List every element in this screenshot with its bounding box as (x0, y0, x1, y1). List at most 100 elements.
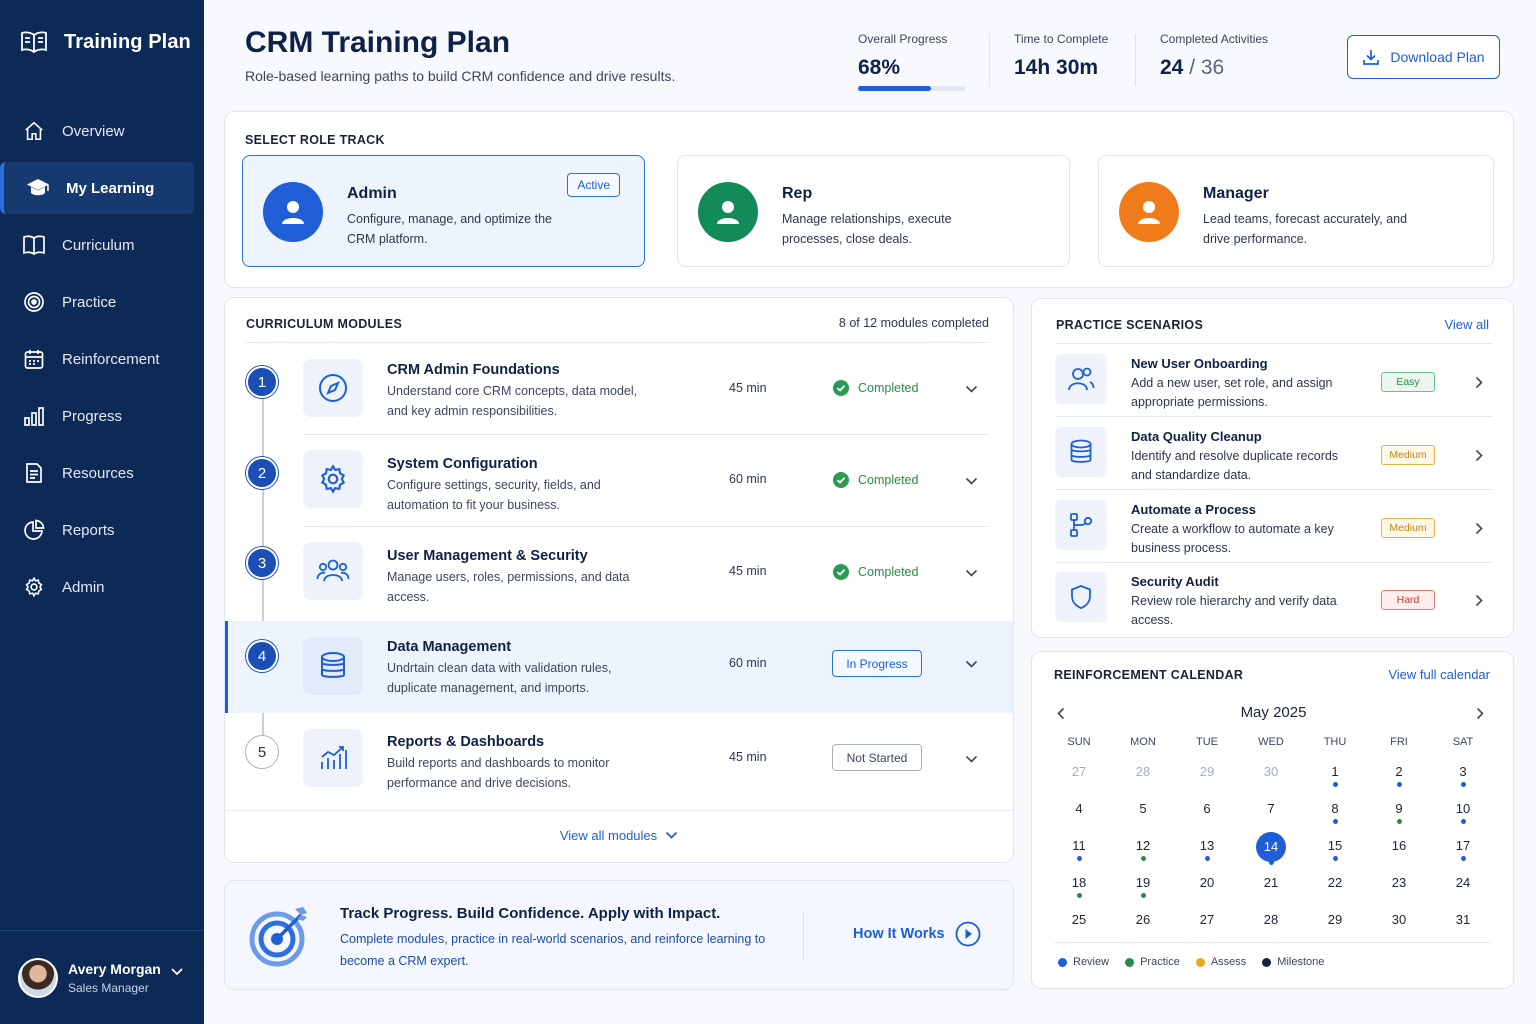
day-number: 2 (1395, 764, 1403, 779)
view-all-link[interactable]: View all (1444, 317, 1489, 332)
module-row[interactable]: 3 User Management & Security Manage user… (225, 527, 1013, 619)
graduation-cap-icon (26, 176, 50, 200)
module-row[interactable]: 5 Reports & Dashboards Build reports and… (225, 714, 1013, 806)
sidebar-item-progress[interactable]: Progress (4, 390, 194, 442)
view-full-calendar-link[interactable]: View full calendar (1388, 667, 1490, 682)
day-number: 1 (1331, 764, 1339, 779)
reinforcement-calendar-card: REINFORCEMENT CALENDAR View full calenda… (1031, 651, 1514, 989)
calendar-day[interactable]: 21 (1239, 871, 1303, 908)
calendar-day[interactable]: 7 (1239, 797, 1303, 834)
calendar-day[interactable]: 29 (1303, 908, 1367, 945)
sidebar-item-resources[interactable]: Resources (4, 447, 194, 499)
how-it-works-link[interactable]: How It Works (853, 921, 981, 947)
calendar-day[interactable]: 2 (1367, 760, 1431, 797)
calendar-week: 4 5 6 7 8 9 10 (1047, 797, 1495, 834)
calendar-day[interactable]: 30 (1239, 760, 1303, 797)
sidebar-item-admin[interactable]: Admin (4, 561, 194, 613)
chevron-right-icon[interactable] (1476, 707, 1484, 720)
module-row[interactable]: 1 CRM Admin Foundations Understand core … (225, 343, 1013, 435)
calendar-day[interactable]: 16 (1367, 834, 1431, 871)
scenario-desc: Review role hierarchy and verify data ac… (1131, 594, 1337, 627)
practice-scenarios-card: PRACTICE SCENARIOS View all New User Onb… (1031, 298, 1514, 638)
calendar-day[interactable]: 19 (1111, 871, 1175, 908)
brand[interactable]: Training Plan (20, 30, 191, 54)
module-time: 45 min (729, 750, 767, 764)
calendar-day-today[interactable]: 14 (1239, 832, 1303, 871)
calendar-day[interactable]: 24 (1431, 871, 1495, 908)
user-avatar-icon (698, 182, 758, 242)
calendar-day[interactable]: 8 (1303, 797, 1367, 834)
calendar-day[interactable]: 9 (1367, 797, 1431, 834)
calendar-day[interactable]: 28 (1239, 908, 1303, 945)
view-all-modules-link[interactable]: View all modules (225, 828, 1013, 843)
scenario-title: Security Audit (1131, 574, 1219, 589)
module-row-current[interactable]: 4 Data Management Undrtain clean data wi… (225, 621, 1013, 713)
calendar-day[interactable]: 13 (1175, 834, 1239, 871)
calendar-day[interactable]: 30 (1367, 908, 1431, 945)
chevron-down-icon[interactable] (170, 967, 184, 977)
calendar-day[interactable]: 26 (1111, 908, 1175, 945)
calendar-day[interactable]: 22 (1303, 871, 1367, 908)
chevron-right-icon (1475, 594, 1483, 607)
calendar-day[interactable]: 29 (1175, 760, 1239, 797)
calendar-day[interactable]: 4 (1047, 797, 1111, 834)
brand-title: Training Plan (64, 30, 191, 53)
calendar-day[interactable]: 27 (1175, 908, 1239, 945)
chevron-down-icon[interactable] (965, 477, 978, 486)
legend-label: Assess (1210, 956, 1247, 968)
weekday-label: WED (1258, 736, 1284, 748)
calendar-legend: Review Practice Assess Milestone (1058, 956, 1324, 968)
calendar-day[interactable]: 27 (1047, 760, 1111, 797)
target-arrow-icon (249, 905, 309, 967)
download-plan-button[interactable]: Download Plan (1347, 35, 1500, 79)
day-number: 17 (1455, 838, 1471, 853)
stat-label: Completed Activities (1160, 32, 1269, 46)
chevron-down-icon[interactable] (965, 660, 978, 669)
day-number: 12 (1135, 838, 1151, 853)
calendar-icon (22, 347, 46, 371)
legend-item: Practice (1125, 956, 1180, 968)
review-dot (1077, 856, 1082, 861)
calendar-day[interactable]: 5 (1111, 797, 1175, 834)
module-row[interactable]: 2 System Configuration Configure setting… (225, 435, 1013, 527)
calendar-day[interactable]: 23 (1367, 871, 1431, 908)
sidebar-item-label: Curriculum (62, 236, 135, 254)
scenario-title: Data Quality Cleanup (1131, 429, 1262, 444)
scenario-desc: Create a workflow to automate a key busi… (1131, 522, 1334, 555)
sidebar-item-reinforcement[interactable]: Reinforcement (4, 333, 194, 385)
scenario-item[interactable]: Security Audit Review role hierarchy and… (1055, 572, 1492, 645)
sidebar-item-reports[interactable]: Reports (4, 504, 194, 556)
calendar-day[interactable]: 20 (1175, 871, 1239, 908)
calendar-week: 18 19 20 21 22 23 24 (1047, 871, 1495, 908)
calendar-day[interactable]: 6 (1175, 797, 1239, 834)
calendar-day[interactable]: 17 (1431, 834, 1495, 871)
calendar-day[interactable]: 31 (1431, 908, 1495, 945)
status-label: Completed (858, 565, 919, 579)
calendar-day[interactable]: 28 (1111, 760, 1175, 797)
chevron-down-icon[interactable] (965, 755, 978, 764)
chevron-down-icon[interactable] (965, 569, 978, 578)
calendar-day[interactable]: 18 (1047, 871, 1111, 908)
sidebar-item-curriculum[interactable]: Curriculum (4, 219, 194, 271)
role-card-admin[interactable]: Admin Configure, manage, and optimize th… (242, 155, 645, 267)
sidebar-item-my-learning[interactable]: My Learning (0, 162, 194, 214)
activities-total: / 36 (1189, 56, 1225, 79)
calendar-day[interactable]: 10 (1431, 797, 1495, 834)
calendar-day[interactable]: 25 (1047, 908, 1111, 945)
calendar-day[interactable]: 3 (1431, 760, 1495, 797)
role-card-rep[interactable]: Rep Manage relationships, execute proces… (677, 155, 1070, 267)
calendar-day[interactable]: 12 (1111, 834, 1175, 871)
role-card-manager[interactable]: Manager Lead teams, forecast accurately,… (1098, 155, 1494, 267)
calendar-day[interactable]: 15 (1303, 834, 1367, 871)
sidebar-item-overview[interactable]: Overview (4, 105, 194, 157)
legend-label: Review (1073, 956, 1110, 968)
sidebar-item-label: Admin (62, 578, 105, 596)
module-desc: Understand core CRM concepts, data model… (387, 384, 638, 418)
track-progress-banner: Track Progress. Build Confidence. Apply … (224, 880, 1014, 990)
sidebar-item-practice[interactable]: Practice (4, 276, 194, 328)
calendar-day[interactable]: 11 (1047, 834, 1111, 871)
calendar-day[interactable]: 1 (1303, 760, 1367, 797)
chevron-down-icon[interactable] (965, 385, 978, 394)
day-number: 19 (1135, 875, 1151, 890)
user-profile[interactable]: Avery Morgan Sales Manager (0, 930, 204, 1024)
